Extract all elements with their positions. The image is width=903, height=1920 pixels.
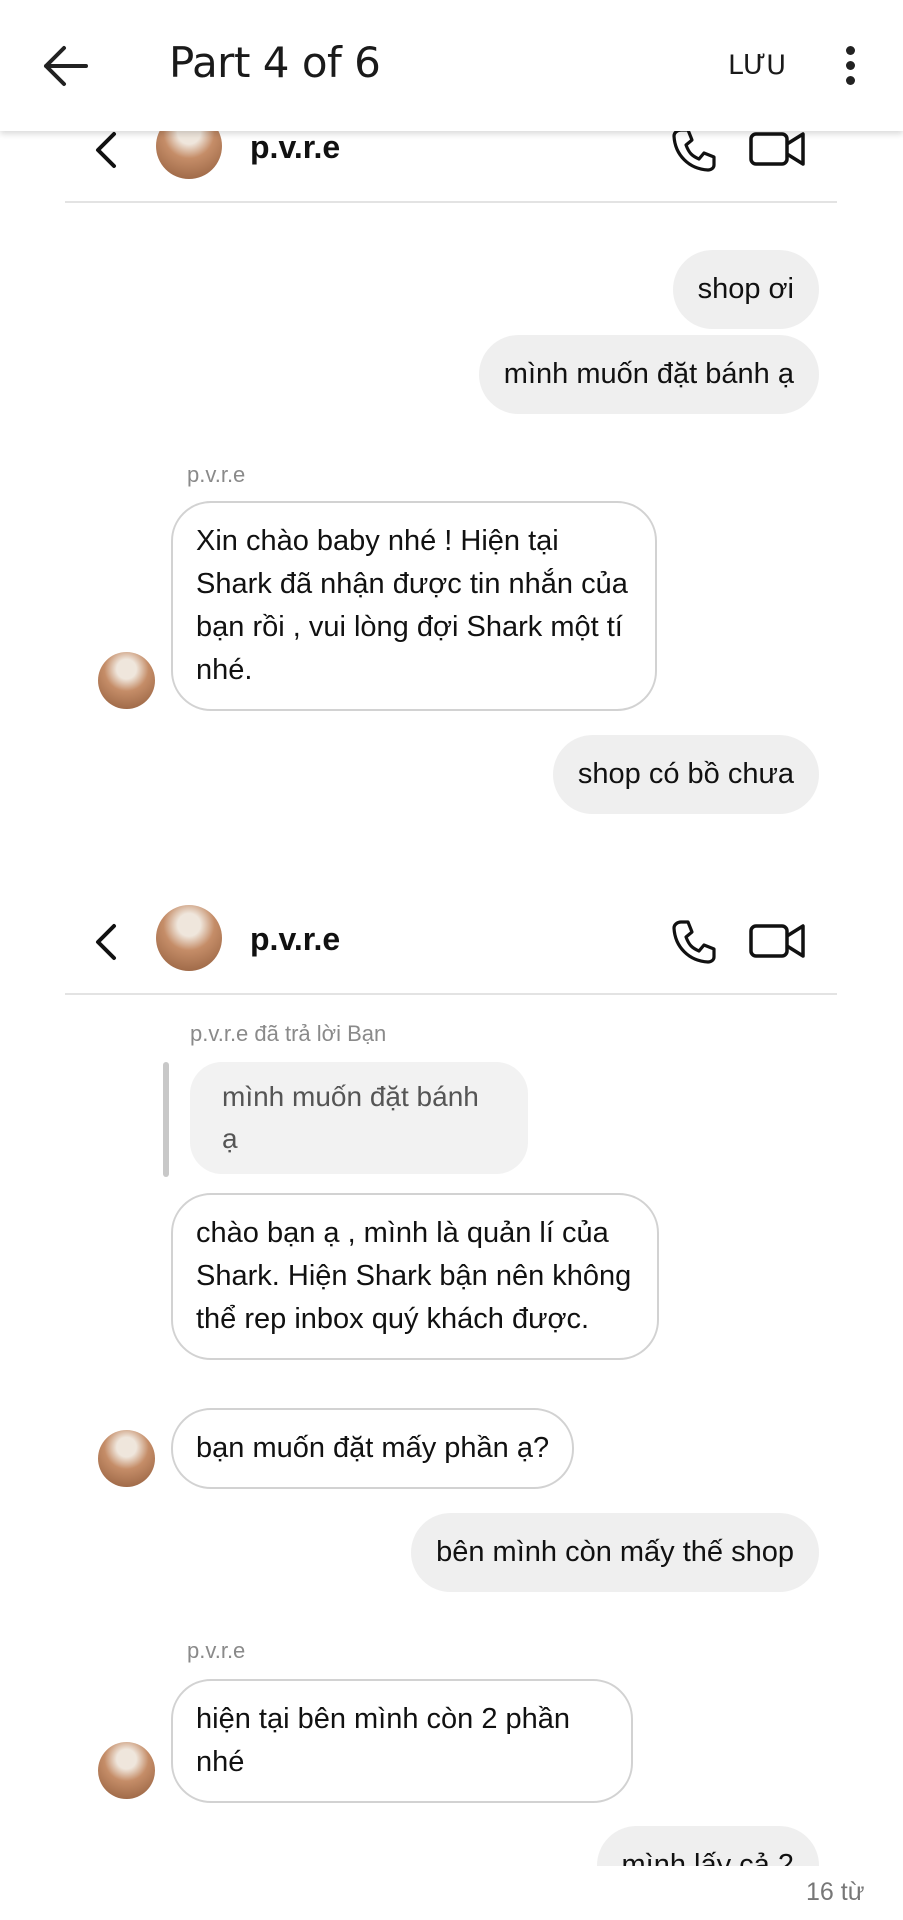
chat-header-2: p.v.r.e [0, 885, 903, 995]
contact-name[interactable]: p.v.r.e [250, 921, 340, 958]
header-divider [65, 201, 837, 203]
message-outgoing[interactable]: shop có bồ chưa [552, 735, 819, 814]
word-count: 16 từ [806, 1878, 865, 1906]
phone-icon[interactable] [671, 127, 717, 173]
header-divider [65, 993, 837, 995]
video-icon[interactable] [748, 920, 806, 962]
chevron-left-icon[interactable] [92, 130, 122, 170]
avatar[interactable] [98, 1430, 155, 1487]
message-incoming[interactable]: bạn muốn đặt mấy phần ạ? [171, 1408, 575, 1489]
message-outgoing[interactable]: shop ơi [672, 250, 819, 329]
video-icon[interactable] [748, 128, 806, 170]
save-button[interactable]: LƯU [728, 50, 786, 81]
message-incoming[interactable]: hiện tại bên mình còn 2 phần nhé [171, 1679, 633, 1803]
sender-label: p.v.r.e [187, 462, 246, 487]
avatar[interactable] [98, 652, 155, 709]
quoted-message[interactable]: mình muốn đặt bánh ạ [190, 1062, 528, 1174]
reply-bar [163, 1062, 169, 1177]
phone-icon[interactable] [671, 919, 717, 965]
more-vert-icon[interactable] [838, 44, 862, 88]
message-outgoing[interactable]: mình muốn đặt bánh ạ [478, 335, 819, 414]
contact-name[interactable]: p.v.r.e [250, 129, 340, 166]
back-arrow-icon[interactable] [42, 44, 88, 88]
message-outgoing[interactable]: bên mình còn mấy thế shop [411, 1513, 819, 1592]
message-incoming[interactable]: Xin chào baby nhé ! Hiện tại Shark đã nh… [171, 501, 657, 711]
avatar[interactable] [98, 1742, 155, 1799]
chevron-left-icon[interactable] [92, 922, 122, 962]
bottom-bar [0, 1866, 903, 1920]
message-incoming[interactable]: chào bạn ạ , mình là quản lí của Shark. … [171, 1193, 659, 1360]
page-title: Part 4 of 6 [169, 38, 381, 87]
reply-note: p.v.r.e đã trả lời Bạn [190, 1021, 387, 1046]
sender-label: p.v.r.e [187, 1638, 246, 1663]
top-app-bar: Part 4 of 6 LƯU [0, 0, 903, 131]
avatar[interactable] [156, 905, 222, 971]
